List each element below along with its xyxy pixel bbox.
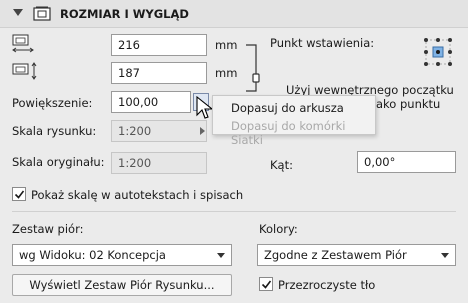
transparent-bg-label: Przezroczyste tło <box>278 278 376 292</box>
panel-title: ROZMIAR I WYGLĄD <box>60 7 189 21</box>
colors-value: Zgodne z Zestawem Piór <box>264 248 407 262</box>
width-icon <box>12 34 34 53</box>
angle-input[interactable]: 0,00° <box>357 151 456 173</box>
checkmark-icon <box>261 280 271 289</box>
height-input[interactable]: 187 <box>111 62 207 84</box>
origin-option-line2: ako punktu <box>376 97 441 111</box>
show-scale-label: Pokaż skalę w autotekstach i spisach <box>31 188 244 202</box>
zoom-input[interactable]: 100,00 <box>111 91 191 113</box>
pen-set-value: wg Widoku: 02 Koncepcja <box>19 248 166 262</box>
show-pen-set-button[interactable]: Wyświetl Zestaw Piór Rysunku... <box>12 274 232 296</box>
transparent-bg-checkbox[interactable] <box>259 277 273 291</box>
zoom-label: Powiększenie: <box>12 96 93 110</box>
proportion-lock-icon[interactable] <box>244 44 262 92</box>
fit-popup-menu: Dopasuj do arkusza Dopasuj do komórki Si… <box>212 95 376 147</box>
separator <box>12 211 456 212</box>
chevron-down-icon <box>441 252 449 258</box>
menu-item-fit-sheet[interactable]: Dopasuj do arkusza <box>231 101 344 115</box>
width-unit: mm <box>215 38 238 52</box>
collapse-arrow-icon[interactable] <box>13 9 23 16</box>
colors-label: Kolory: <box>259 222 298 236</box>
anchor-point-grid-icon[interactable] <box>420 34 456 70</box>
drawing-scale-label: Skala rysunku: <box>12 124 97 138</box>
original-scale-label: Skala oryginału: <box>12 155 105 169</box>
chevron-down-icon <box>217 252 225 258</box>
angle-label: Kąt: <box>270 158 293 172</box>
drawing-scale-select[interactable]: 1:200 <box>111 120 207 142</box>
pen-set-select[interactable]: wg Widoku: 02 Koncepcja <box>12 244 232 266</box>
width-input[interactable]: 216 <box>111 34 207 56</box>
menu-item-fit-grid-cell[interactable]: Dopasuj do komórki Siatki <box>231 119 375 147</box>
height-icon <box>12 62 37 80</box>
triangle-right-icon <box>200 127 205 135</box>
checkmark-icon <box>14 190 24 199</box>
insertion-point-label: Punkt wstawienia: <box>270 36 375 50</box>
colors-select[interactable]: Zgodne z Zestawem Piór <box>257 244 456 266</box>
show-pen-set-label: Wyświetl Zestaw Piór Rysunku... <box>29 278 215 292</box>
drawing-scale-value: 1:200 <box>118 124 152 138</box>
original-scale-field: 1:200 <box>111 152 207 174</box>
pen-set-label: Zestaw piór: <box>12 222 84 236</box>
show-scale-checkbox[interactable] <box>12 187 26 201</box>
height-unit: mm <box>215 66 238 80</box>
drawing-icon <box>33 6 51 21</box>
